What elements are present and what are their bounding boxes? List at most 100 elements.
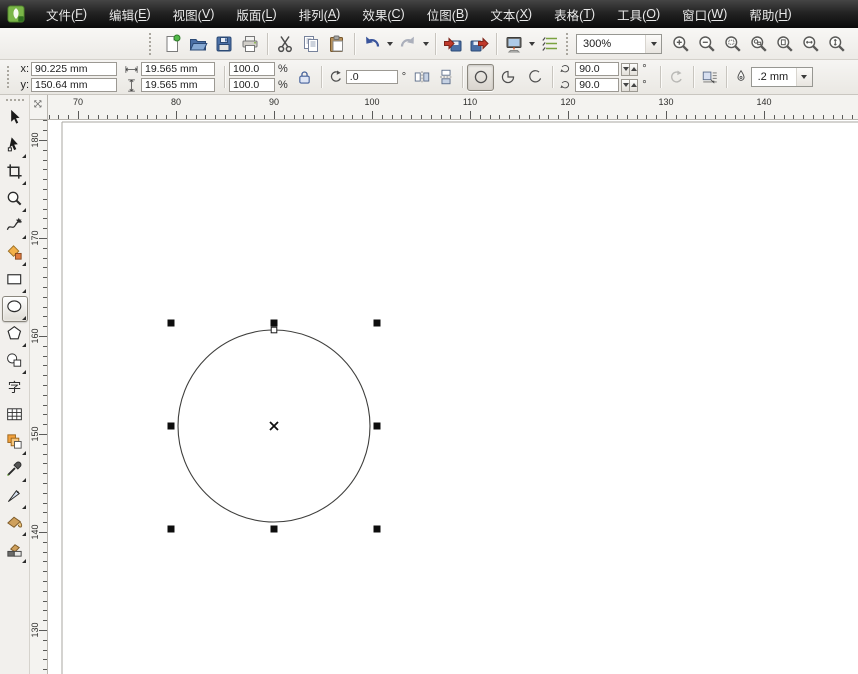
object-width-field[interactable]: 19.565 mm bbox=[141, 62, 215, 76]
menu-item-6[interactable]: 效果(C) bbox=[351, 0, 415, 28]
zoom-level-combo[interactable]: 300% bbox=[576, 34, 662, 54]
x-position-field[interactable]: 90.225 mm bbox=[31, 62, 117, 76]
ruler-origin-corner[interactable] bbox=[30, 95, 48, 120]
shape-tool[interactable] bbox=[2, 134, 28, 160]
paste-button[interactable] bbox=[324, 31, 350, 57]
selection-handle[interactable] bbox=[271, 526, 278, 533]
start-angle-spinner[interactable] bbox=[621, 63, 638, 76]
ellipse-node[interactable] bbox=[271, 327, 277, 333]
ruler-tick bbox=[215, 115, 216, 119]
selection-handle[interactable] bbox=[168, 320, 175, 327]
polygon-tool[interactable] bbox=[2, 323, 28, 349]
eyedropper-tool[interactable] bbox=[2, 458, 28, 484]
copy-button[interactable] bbox=[298, 31, 324, 57]
zoom-out-button[interactable] bbox=[694, 31, 720, 57]
zoom-page-button[interactable] bbox=[772, 31, 798, 57]
new-document-button[interactable] bbox=[159, 31, 185, 57]
basic-shapes-tool[interactable] bbox=[2, 350, 28, 376]
ruler-tick bbox=[558, 115, 559, 119]
pick-tool[interactable] bbox=[2, 107, 28, 133]
zoom-selected-button[interactable] bbox=[720, 31, 746, 57]
menu-item-3[interactable]: 视图(V) bbox=[162, 0, 226, 28]
outline-width-combo[interactable]: .2 mm bbox=[751, 67, 813, 87]
menu-item-9[interactable]: 表格(T) bbox=[543, 0, 606, 28]
selection-handle[interactable] bbox=[271, 320, 278, 327]
menu-item-4[interactable]: 版面(L) bbox=[225, 0, 287, 28]
export-button[interactable] bbox=[466, 31, 492, 57]
menu-item-7[interactable]: 位图(B) bbox=[416, 0, 480, 28]
ellipse-tool[interactable] bbox=[2, 296, 28, 322]
outline-pen-tool[interactable] bbox=[2, 485, 28, 511]
ruler-tick bbox=[362, 115, 363, 119]
menu-item-8[interactable]: 文本(X) bbox=[479, 0, 543, 28]
ruler-label: 170 bbox=[30, 228, 40, 248]
app-launcher-dropdown[interactable] bbox=[527, 31, 537, 57]
selection-handle[interactable] bbox=[168, 526, 175, 533]
undo-button[interactable] bbox=[359, 31, 385, 57]
smart-fill-tool[interactable] bbox=[2, 242, 28, 268]
menu-item-5[interactable]: 排列(A) bbox=[288, 0, 352, 28]
menu-item-12[interactable]: 帮助(H) bbox=[738, 0, 802, 28]
lock-icon bbox=[296, 69, 313, 86]
end-angle-field[interactable]: 90.0 bbox=[575, 78, 619, 92]
save-button[interactable] bbox=[211, 31, 237, 57]
menu-item-11[interactable]: 窗口(W) bbox=[671, 0, 738, 28]
print-button[interactable] bbox=[237, 31, 263, 57]
selection-handle[interactable] bbox=[374, 423, 381, 430]
horizontal-ruler[interactable]: 708090100110120130140 bbox=[48, 95, 858, 120]
fill-tool[interactable] bbox=[2, 512, 28, 538]
table-tool[interactable] bbox=[2, 404, 28, 430]
interactive-fill-tool[interactable] bbox=[2, 539, 28, 565]
vertical-ruler[interactable]: 180170160150140130 bbox=[30, 120, 48, 674]
separator bbox=[726, 66, 727, 88]
page-edge bbox=[62, 122, 858, 674]
ruler-tick bbox=[529, 115, 530, 119]
undo-dropdown[interactable] bbox=[385, 31, 395, 57]
start-angle-field[interactable]: 90.0 bbox=[575, 62, 619, 76]
lock-ratio-button[interactable] bbox=[293, 65, 317, 89]
mirror-vertical-button[interactable] bbox=[434, 65, 458, 89]
selection-handle[interactable] bbox=[374, 526, 381, 533]
selection-handle[interactable] bbox=[374, 320, 381, 327]
drawing-canvas[interactable] bbox=[48, 120, 858, 674]
y-position-field[interactable]: 150.64 mm bbox=[31, 78, 117, 92]
ellipse-mode-button[interactable] bbox=[467, 64, 494, 91]
zoom-all-button[interactable] bbox=[746, 31, 772, 57]
ruler-tick bbox=[744, 115, 745, 119]
menu-item-2[interactable]: 编辑(E) bbox=[98, 0, 162, 28]
crop-tool[interactable] bbox=[2, 161, 28, 187]
menu-item-1[interactable]: 文件(F) bbox=[35, 0, 98, 28]
cut-button[interactable] bbox=[272, 31, 298, 57]
import-button[interactable] bbox=[440, 31, 466, 57]
selection-handle[interactable] bbox=[168, 423, 175, 430]
snap-options-button[interactable] bbox=[537, 31, 563, 57]
object-height-field[interactable]: 19.565 mm bbox=[141, 78, 215, 92]
rotation-angle-field[interactable]: .0 bbox=[346, 70, 398, 84]
app-launcher-button[interactable] bbox=[501, 31, 527, 57]
ruler-tick bbox=[754, 115, 755, 119]
end-angle-spinner[interactable] bbox=[621, 79, 638, 92]
menu-item-10[interactable]: 工具(O) bbox=[606, 0, 671, 28]
freehand-tool[interactable] bbox=[2, 215, 28, 241]
zoom-height-button[interactable] bbox=[824, 31, 850, 57]
dropdown-arrow-icon[interactable] bbox=[645, 35, 661, 53]
redo-dropdown[interactable] bbox=[421, 31, 431, 57]
zoom-tool[interactable] bbox=[2, 188, 28, 214]
dropdown-arrow-icon[interactable] bbox=[796, 68, 812, 86]
rectangle-tool[interactable] bbox=[2, 269, 28, 295]
scale-horizontal-field[interactable]: 100.0 bbox=[229, 62, 275, 76]
ruler-tick bbox=[43, 258, 47, 259]
pie-mode-button[interactable] bbox=[494, 64, 521, 91]
blend-tool[interactable] bbox=[2, 431, 28, 457]
center-marker[interactable] bbox=[270, 422, 278, 430]
text-tool[interactable]: 字 bbox=[2, 377, 28, 403]
wrap-text-button[interactable] bbox=[698, 65, 722, 89]
arc-mode-button[interactable] bbox=[521, 64, 548, 91]
zoom-in-button[interactable] bbox=[668, 31, 694, 57]
zoom-width-button[interactable] bbox=[798, 31, 824, 57]
ruler-tick bbox=[460, 115, 461, 119]
open-button[interactable] bbox=[185, 31, 211, 57]
scale-vertical-field[interactable]: 100.0 bbox=[229, 78, 275, 92]
ruler-tick bbox=[842, 115, 843, 119]
mirror-horizontal-button[interactable] bbox=[410, 65, 434, 89]
